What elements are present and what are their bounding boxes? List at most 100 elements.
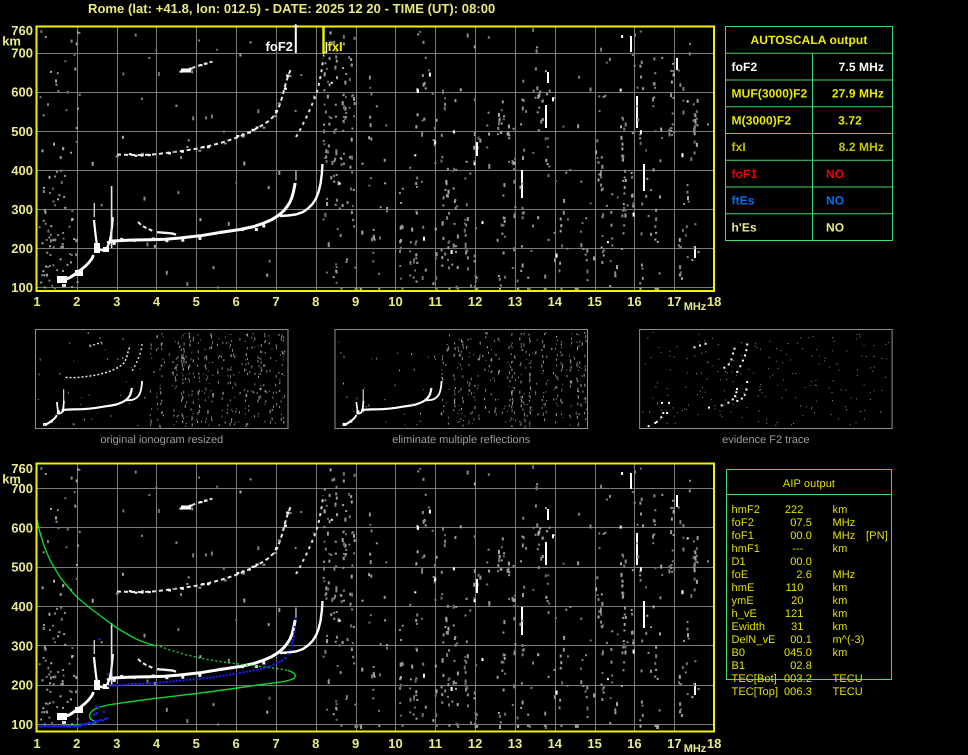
svg-text:200: 200 [11,241,33,256]
svg-text:700: 700 [11,46,33,61]
svg-text:7.5 MHz: 7.5 MHz [839,60,884,74]
svg-text:MHz: MHz [833,517,856,529]
svg-text:500: 500 [11,124,33,139]
svg-text:foF2: foF2 [732,60,758,74]
svg-text:14: 14 [548,294,563,309]
svg-text:m^(-3): m^(-3) [833,634,865,646]
svg-text:27.9 MHz: 27.9 MHz [832,87,884,101]
svg-text:045.0: 045.0 [784,647,812,659]
svg-text:evidence F2 trace: evidence F2 trace [722,434,809,446]
svg-text:121: 121 [785,608,804,620]
svg-text:NO: NO [826,194,844,208]
svg-text:km: km [833,647,848,659]
svg-text:16: 16 [627,736,641,751]
svg-text:110: 110 [786,582,804,594]
svg-text:2.6: 2.6 [796,569,812,581]
svg-text:14: 14 [548,736,563,751]
svg-text:10: 10 [388,294,402,309]
svg-text:NO: NO [826,220,844,234]
svg-text:100: 100 [11,280,33,295]
svg-text:1: 1 [33,736,40,751]
svg-text:1: 1 [33,294,40,309]
svg-text:16: 16 [627,294,641,309]
svg-text:3: 3 [113,294,120,309]
svg-text:12: 12 [468,294,482,309]
svg-text:4: 4 [153,736,161,751]
svg-text:17: 17 [667,736,681,751]
svg-text:foF2: foF2 [732,517,754,529]
svg-text:NO: NO [826,167,844,181]
svg-text:MHz: MHz [833,569,856,581]
svg-text:ftEs: ftEs [732,194,755,208]
svg-text:B0: B0 [732,647,746,659]
svg-text:200: 200 [11,678,33,693]
svg-text:02.8: 02.8 [790,660,812,672]
svg-text:100: 100 [11,717,33,732]
svg-text:17: 17 [667,294,681,309]
svg-text:10: 10 [388,736,402,751]
svg-text:km: km [833,543,848,555]
svg-text:AUTOSCALA output: AUTOSCALA output [751,33,868,47]
svg-text:TEC[Top]: TEC[Top] [732,686,779,698]
svg-text:18: 18 [707,736,721,751]
svg-text:km: km [833,608,848,620]
svg-text:hmF2: hmF2 [732,504,761,516]
svg-text:07.5: 07.5 [790,517,812,529]
svg-text:hmF1: hmF1 [732,543,761,555]
svg-text:700: 700 [11,481,33,496]
svg-text:km: km [833,595,848,607]
svg-text:hmE: hmE [732,582,755,594]
svg-text:20: 20 [791,595,803,607]
svg-text:eliminate multiple reflections: eliminate multiple reflections [392,434,531,446]
svg-text:5: 5 [193,736,200,751]
svg-text:6: 6 [232,736,239,751]
svg-text:fxI: fxI [328,39,343,54]
svg-text:9: 9 [352,736,359,751]
svg-text:300: 300 [11,202,33,217]
svg-text:[PN]: [PN] [866,530,888,542]
svg-text:TEC[Bot]: TEC[Bot] [732,673,777,685]
svg-text:4: 4 [153,294,161,309]
svg-text:Rome (lat: +41.8, lon: 012.5): Rome (lat: +41.8, lon: 012.5) - DATE: 20… [88,1,495,16]
svg-text:15: 15 [587,294,601,309]
svg-text:7: 7 [272,294,279,309]
svg-text:TECU: TECU [833,673,863,685]
svg-text:h_vE: h_vE [732,608,757,620]
svg-text:11: 11 [428,736,442,751]
svg-text:222: 222 [785,504,804,516]
svg-text:003.2: 003.2 [784,673,812,685]
svg-text:3: 3 [113,736,120,751]
svg-text:400: 400 [11,163,33,178]
svg-text:31: 31 [791,621,803,633]
svg-text:D1: D1 [732,556,746,568]
svg-text:400: 400 [11,599,33,614]
svg-text:18: 18 [707,294,721,309]
svg-text:006.3: 006.3 [784,686,812,698]
svg-text:11: 11 [428,294,442,309]
svg-text:600: 600 [11,520,33,535]
svg-text:foF1: foF1 [732,530,754,542]
svg-text:00.0: 00.0 [790,556,812,568]
svg-text:2: 2 [73,294,80,309]
svg-text:AIP output: AIP output [783,478,835,490]
svg-text:foF1: foF1 [732,167,758,181]
svg-text:M(3000)F2: M(3000)F2 [732,113,792,127]
svg-text:3.72: 3.72 [838,113,862,127]
svg-text:500: 500 [11,560,33,575]
svg-text:MHz: MHz [684,743,707,755]
svg-text:13: 13 [508,736,522,751]
svg-text:00.0: 00.0 [790,530,812,542]
svg-text:MHz: MHz [684,301,707,313]
svg-text:9: 9 [352,294,359,309]
svg-text:12: 12 [468,736,482,751]
svg-text:km: km [833,621,848,633]
svg-text:8: 8 [312,294,319,309]
svg-text:6: 6 [232,294,239,309]
svg-text:600: 600 [11,85,33,100]
svg-text:MUF(3000)F2: MUF(3000)F2 [732,87,808,101]
svg-text:300: 300 [11,638,33,653]
svg-text:TECU: TECU [833,686,863,698]
svg-text:8.2 MHz: 8.2 MHz [839,140,884,154]
svg-text:---: --- [792,543,804,555]
svg-text:00.1: 00.1 [790,634,812,646]
